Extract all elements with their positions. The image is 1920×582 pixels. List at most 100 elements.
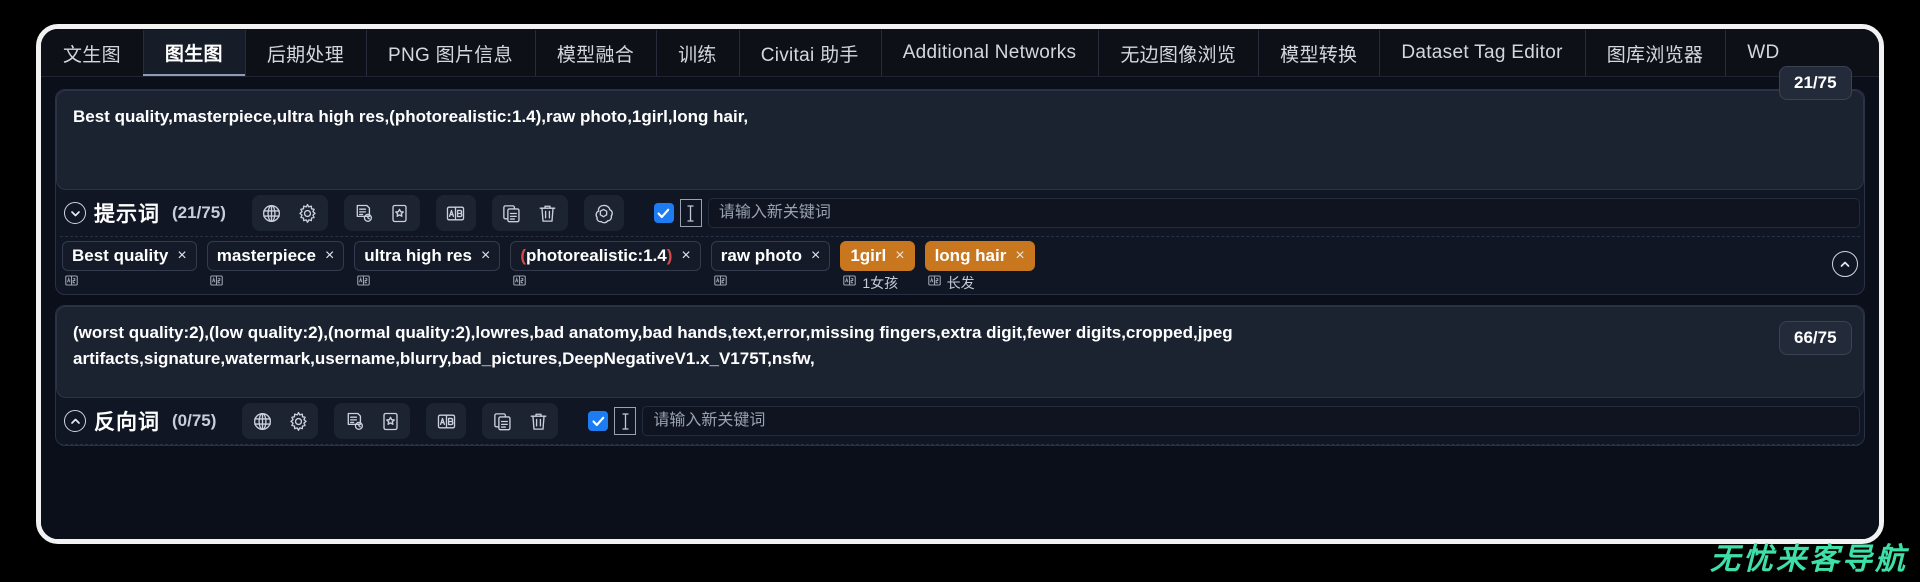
- tab-1[interactable]: 文生图: [41, 30, 143, 76]
- app-window: 文生图 图生图 后期处理 PNG 图片信息 模型融合 训练 Civitai 助手 Additi…: [36, 24, 1884, 544]
- tag-chip[interactable]: (photorealistic:1.4) ×: [510, 241, 701, 271]
- toolbar-group-1: [251, 195, 328, 231]
- tag-chip-item: ultra high res ×: [354, 241, 501, 293]
- prompt-history-button[interactable]: [336, 406, 372, 436]
- tag-chip-label: 1girl: [850, 246, 887, 265]
- ab-translate-icon[interactable]: [927, 273, 942, 293]
- tab-2[interactable]: 图生图: [142, 30, 245, 76]
- save-preset-button[interactable]: [382, 198, 418, 228]
- bookmark-star-icon: [380, 411, 401, 432]
- tab-8[interactable]: Additional Networks: [881, 30, 1099, 76]
- toolbar-group-3: [435, 195, 476, 231]
- copy-prompt-button[interactable]: [484, 406, 520, 436]
- copy-icon: [501, 203, 522, 224]
- chevron-down-icon[interactable]: [64, 202, 86, 224]
- positive-section-title: 提示词: [94, 203, 160, 226]
- tab-9[interactable]: 无边图像浏览: [1098, 30, 1258, 76]
- globe-icon: [252, 411, 273, 432]
- negative-prompt-block: (worst quality:2),(low quality:2),(norma…: [55, 305, 1865, 446]
- toolbar-group-2: [343, 195, 420, 231]
- text-cursor-icon: [679, 199, 702, 227]
- positive-prompt-textarea[interactable]: Best quality,masterpiece,ultra high res,…: [56, 90, 1864, 190]
- positive-keyword-input[interactable]: [707, 198, 1860, 228]
- negative-keyword-input[interactable]: [642, 406, 1860, 436]
- main-tab-bar[interactable]: 文生图 图生图 后期处理 PNG 图片信息 模型融合 训练 Civitai 助手 Additi…: [41, 29, 1879, 77]
- ab-translate-icon[interactable]: [356, 273, 371, 293]
- ab-translate-icon[interactable]: [713, 273, 728, 293]
- tag-remove-icon[interactable]: ×: [325, 248, 334, 264]
- tag-remove-icon[interactable]: ×: [177, 248, 186, 264]
- openai-spiral-icon: [593, 203, 614, 224]
- ab-translate-button[interactable]: [428, 406, 464, 436]
- save-preset-button[interactable]: [372, 406, 408, 436]
- ab-translate-icon[interactable]: [842, 273, 857, 293]
- positive-toolbar-groups: [236, 195, 624, 231]
- ai-assist-button[interactable]: [586, 198, 622, 228]
- tag-chip[interactable]: Best quality ×: [62, 241, 197, 271]
- tag-remove-icon[interactable]: ×: [895, 248, 904, 264]
- tag-chip[interactable]: ultra high res ×: [354, 241, 501, 271]
- tag-remove-icon[interactable]: ×: [481, 248, 490, 264]
- positive-token-badge: 21/75: [1779, 66, 1852, 100]
- chevron-up-icon[interactable]: [1832, 251, 1858, 277]
- chevron-up-icon[interactable]: [64, 410, 86, 432]
- tab-10[interactable]: 模型转换: [1258, 30, 1379, 76]
- tag-chip-item: Best quality ×: [62, 241, 197, 292]
- gear-icon: [297, 203, 318, 224]
- clear-prompt-button[interactable]: [520, 406, 556, 436]
- negative-prompt-textarea[interactable]: (worst quality:2),(low quality:2),(norma…: [56, 306, 1864, 398]
- clear-prompt-button[interactable]: [530, 198, 566, 228]
- tag-translation-row: 1女孩: [840, 274, 914, 292]
- tag-chip-item: (photorealistic:1.4) ×: [510, 241, 701, 293]
- window-content: 文生图 图生图 后期处理 PNG 图片信息 模型融合 训练 Civitai 助手 Additi…: [41, 29, 1879, 539]
- ab-translate-icon[interactable]: [64, 273, 79, 293]
- settings-button[interactable]: [280, 406, 316, 436]
- toolbar-group-4: [491, 195, 568, 231]
- tab-5[interactable]: 模型融合: [535, 30, 656, 76]
- tag-remove-icon[interactable]: ×: [811, 248, 820, 264]
- ab-translate-button[interactable]: [438, 198, 474, 228]
- tab-7[interactable]: Civitai 助手: [739, 30, 881, 76]
- tag-chip-label: Best quality: [72, 246, 169, 265]
- prompt-history-button[interactable]: [346, 198, 382, 228]
- translate-globe-button[interactable]: [254, 198, 290, 228]
- prompt-panel: Best quality,masterpiece,ultra high res,…: [41, 77, 1879, 539]
- positive-tag-list: Best quality × masterpiece × ultra high res ×…: [56, 237, 1864, 294]
- copy-prompt-button[interactable]: [494, 198, 530, 228]
- positive-keyword-area: [653, 198, 1860, 228]
- ab-translate-icon: [445, 203, 466, 224]
- tag-chip-label: long hair: [934, 246, 1007, 265]
- translate-globe-button[interactable]: [244, 406, 280, 436]
- positive-keyword-checkbox[interactable]: [653, 203, 674, 223]
- tag-chip[interactable]: long hair ×: [924, 241, 1035, 271]
- tag-chip-label: ultra high res: [364, 246, 472, 265]
- toolbar-group-5: [583, 195, 624, 231]
- tab-6[interactable]: 训练: [656, 30, 739, 76]
- bookmark-star-icon: [389, 203, 410, 224]
- tag-remove-icon[interactable]: ×: [681, 248, 690, 264]
- copy-icon: [492, 411, 513, 432]
- settings-button[interactable]: [290, 198, 326, 228]
- negative-section-label: 反向词 (0/75): [60, 406, 226, 436]
- ab-translate-icon[interactable]: [209, 273, 224, 293]
- trash-icon: [537, 203, 558, 224]
- negative-section-title: 反向词: [94, 411, 160, 434]
- tab-3[interactable]: 后期处理: [245, 30, 366, 76]
- negative-keyword-area: [588, 406, 1860, 436]
- tag-chip[interactable]: 1girl ×: [840, 241, 915, 271]
- text-cursor-icon: [614, 407, 637, 435]
- tab-12[interactable]: 图库浏览器: [1585, 30, 1726, 76]
- tag-remove-icon[interactable]: ×: [1015, 248, 1024, 264]
- history-doc-icon: [344, 411, 365, 432]
- tag-chip[interactable]: raw photo ×: [710, 241, 831, 271]
- gear-icon: [288, 411, 309, 432]
- tag-translation-row: 长发: [925, 274, 1035, 292]
- tag-translation-label: 长发: [946, 275, 975, 291]
- tag-translation-row: [207, 274, 345, 292]
- tab-4[interactable]: PNG 图片信息: [366, 30, 535, 76]
- tab-11[interactable]: Dataset Tag Editor: [1379, 30, 1584, 76]
- ab-translate-icon[interactable]: [512, 273, 527, 293]
- tag-chip-item: raw photo ×: [710, 241, 831, 293]
- tag-chip[interactable]: masterpiece ×: [206, 241, 345, 271]
- negative-keyword-checkbox[interactable]: [588, 411, 609, 431]
